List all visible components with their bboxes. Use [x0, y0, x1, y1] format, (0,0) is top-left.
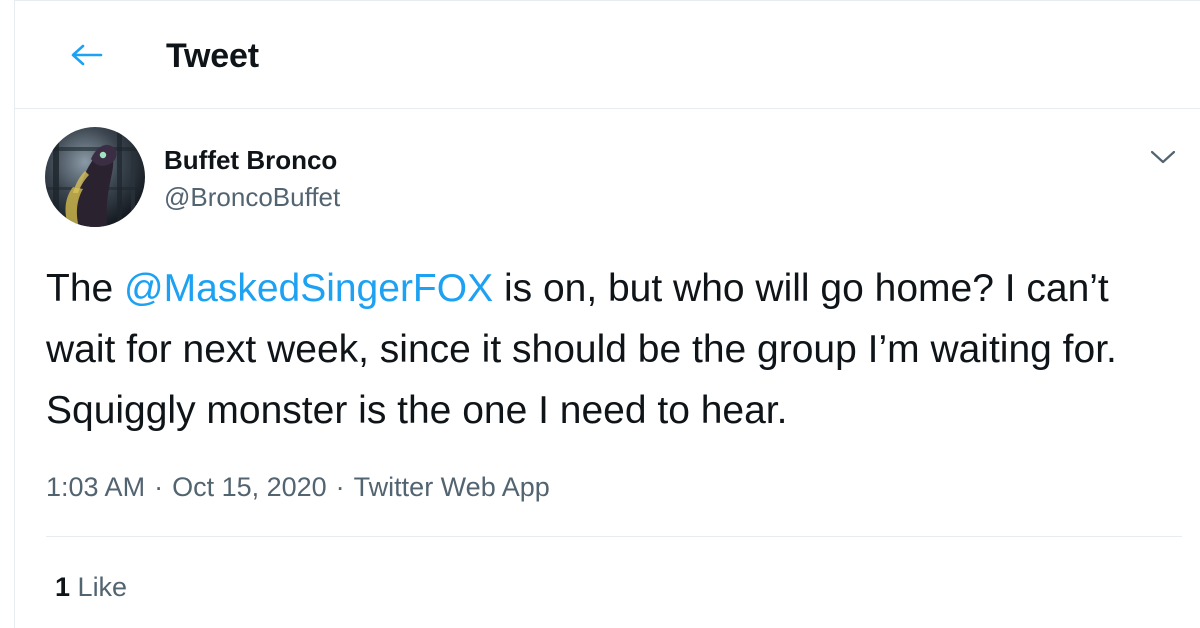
tweet-text: The @MaskedSingerFOX is on, but who will…: [46, 258, 1166, 441]
likes-label: Like: [77, 572, 128, 602]
tweet-date[interactable]: Oct 15, 2020: [172, 472, 327, 502]
meta-separator: ·: [154, 472, 164, 502]
author-display-name[interactable]: Buffet Bronco: [164, 145, 337, 176]
avatar-image: [45, 127, 145, 227]
arrow-left-icon: [71, 44, 103, 66]
likes-link[interactable]: 1 Like: [55, 572, 127, 603]
avatar[interactable]: [45, 127, 145, 227]
page-title: Tweet: [166, 37, 259, 75]
tweet-metadata: 1:03 AM · Oct 15, 2020 · Twitter Web App: [46, 472, 550, 503]
tweet-time[interactable]: 1:03 AM: [46, 472, 145, 502]
likes-count: 1: [55, 572, 71, 602]
author-handle[interactable]: @BroncoBuffet: [164, 182, 340, 213]
more-options-button[interactable]: [1148, 142, 1178, 172]
meta-separator: ·: [335, 472, 345, 502]
divider: [46, 536, 1182, 537]
tweet-text-before-mention: The: [46, 267, 125, 310]
chevron-down-icon: [1150, 150, 1176, 164]
back-button[interactable]: [65, 33, 109, 77]
mention-link[interactable]: @MaskedSingerFOX: [124, 267, 493, 310]
page-header: Tweet: [15, 1, 1200, 109]
tweet-source[interactable]: Twitter Web App: [354, 472, 550, 502]
